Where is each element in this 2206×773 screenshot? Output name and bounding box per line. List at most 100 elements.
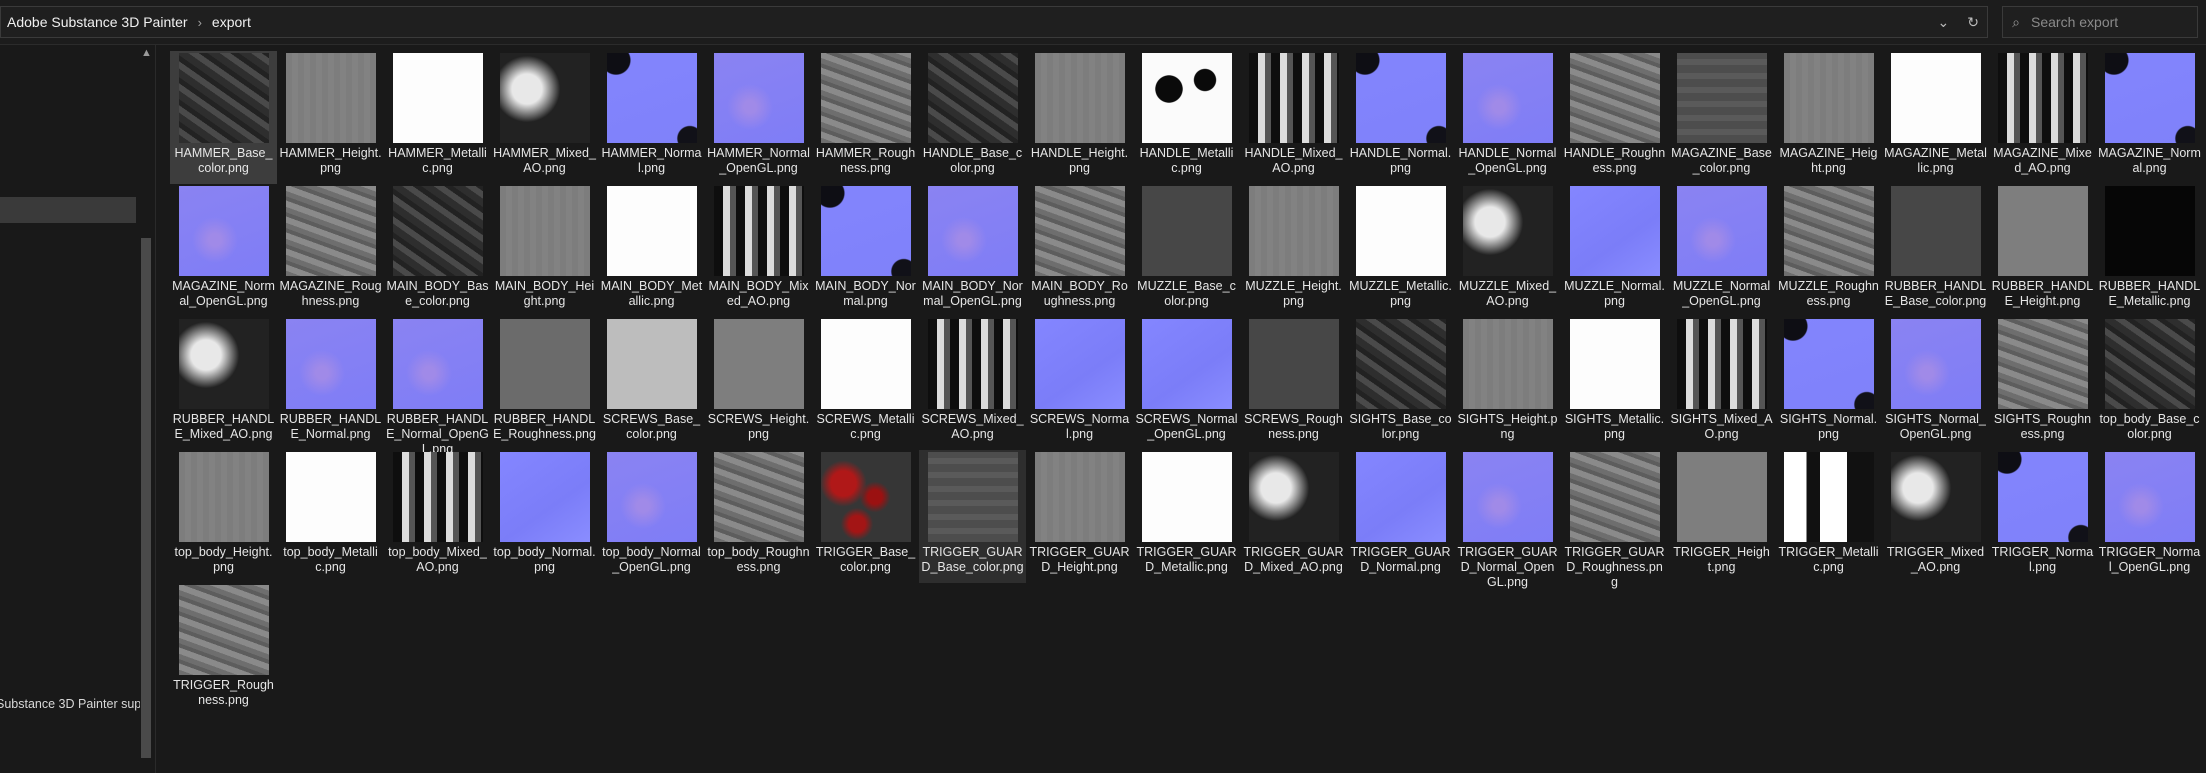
file-item[interactable]: MAIN_BODY_Height.png (491, 184, 598, 317)
file-item[interactable]: HAMMER_Mixed_AO.png (491, 51, 598, 184)
file-item[interactable]: SIGHTS_Base_color.png (1347, 317, 1454, 450)
file-item[interactable]: HAMMER_Height.png (277, 51, 384, 184)
file-item[interactable]: top_body_Roughness.png (705, 450, 812, 583)
navigation-pane[interactable]: Substance 3D Painter super fast beginner… (0, 45, 155, 773)
file-item[interactable]: MAGAZINE_Height.png (1775, 51, 1882, 184)
breadcrumb-root[interactable]: Adobe Substance 3D Painter (1, 14, 194, 30)
file-item[interactable]: TRIGGER_GUARD_Roughness.png (1561, 450, 1668, 589)
file-item[interactable]: SCREWS_Normal_OpenGL.png (1133, 317, 1240, 450)
file-item[interactable]: SCREWS_Base_color.png (598, 317, 705, 450)
file-item[interactable]: MUZZLE_Roughness.png (1775, 184, 1882, 317)
file-item[interactable]: RUBBER_HANDLE_Metallic.png (2096, 184, 2203, 317)
file-thumbnail (178, 585, 269, 675)
file-item[interactable]: SIGHTS_Normal.png (1775, 317, 1882, 450)
file-item[interactable]: MAGAZINE_Normal_OpenGL.png (170, 184, 277, 317)
file-item[interactable]: HAMMER_Roughness.png (812, 51, 919, 184)
file-thumbnail (1997, 452, 2088, 542)
file-item[interactable]: HANDLE_Normal_OpenGL.png (1454, 51, 1561, 184)
file-item[interactable]: TRIGGER_GUARD_Mixed_AO.png (1240, 450, 1347, 583)
file-item[interactable]: MAIN_BODY_Normal_OpenGL.png (919, 184, 1026, 317)
file-name: MUZZLE_Roughness.png (1778, 279, 1879, 308)
file-item[interactable]: TRIGGER_Roughness.png (170, 583, 277, 716)
file-item[interactable]: SIGHTS_Mixed_AO.png (1668, 317, 1775, 450)
file-item[interactable]: top_body_Mixed_AO.png (384, 450, 491, 583)
file-item[interactable]: TRIGGER_Base_color.png (812, 450, 919, 583)
address-bar[interactable]: Adobe Substance 3D Painter › export ⌄ ↻ (0, 6, 1988, 38)
file-item[interactable]: MAGAZINE_Metallic.png (1882, 51, 1989, 184)
file-item[interactable]: TRIGGER_GUARD_Metallic.png (1133, 450, 1240, 583)
file-item[interactable]: TRIGGER_Height.png (1668, 450, 1775, 583)
file-item[interactable]: MUZZLE_Normal_OpenGL.png (1668, 184, 1775, 317)
file-item[interactable]: top_body_Metallic.png (277, 450, 384, 583)
file-item[interactable]: MAIN_BODY_Normal.png (812, 184, 919, 317)
file-item[interactable]: HAMMER_Metallic.png (384, 51, 491, 184)
file-item[interactable]: MUZZLE_Mixed_AO.png (1454, 184, 1561, 317)
file-item[interactable]: top_body_Height.png (170, 450, 277, 583)
file-item[interactable]: HAMMER_Normal_OpenGL.png (705, 51, 812, 184)
file-item[interactable]: MUZZLE_Height.png (1240, 184, 1347, 317)
file-item[interactable]: MAIN_BODY_Mixed_AO.png (705, 184, 812, 317)
file-item[interactable]: TRIGGER_Metallic.png (1775, 450, 1882, 583)
file-item[interactable]: RUBBER_HANDLE_Roughness.png (491, 317, 598, 450)
file-item[interactable]: TRIGGER_Normal.png (1989, 450, 2096, 583)
file-item[interactable]: MUZZLE_Normal.png (1561, 184, 1668, 317)
file-item[interactable]: SCREWS_Metallic.png (812, 317, 919, 450)
scrollbar-thumb[interactable] (141, 238, 151, 758)
file-item[interactable]: MUZZLE_Base_color.png (1133, 184, 1240, 317)
file-item[interactable]: top_body_Normal.png (491, 450, 598, 583)
file-item[interactable]: MAGAZINE_Roughness.png (277, 184, 384, 317)
chevron-down-icon[interactable]: ⌄ (1938, 14, 1950, 31)
file-thumbnail (713, 186, 804, 276)
file-name: SIGHTS_Roughness.png (1993, 412, 2092, 441)
file-item[interactable]: RUBBER_HANDLE_Height.png (1989, 184, 2096, 317)
file-item[interactable]: RUBBER_HANDLE_Mixed_AO.png (170, 317, 277, 450)
file-item[interactable]: SCREWS_Roughness.png (1240, 317, 1347, 450)
file-item[interactable]: HANDLE_Height.png (1026, 51, 1133, 184)
pane-divider[interactable] (155, 45, 156, 773)
scroll-up-icon[interactable]: ▲ (139, 47, 154, 59)
file-item[interactable]: HANDLE_Roughness.png (1561, 51, 1668, 184)
file-item[interactable]: SCREWS_Height.png (705, 317, 812, 450)
file-item[interactable]: SIGHTS_Roughness.png (1989, 317, 2096, 450)
file-thumbnail (2104, 186, 2195, 276)
file-item[interactable]: HAMMER_Base_color.png (170, 51, 277, 184)
file-item[interactable]: SIGHTS_Metallic.png (1561, 317, 1668, 450)
file-item[interactable]: SCREWS_Mixed_AO.png (919, 317, 1026, 450)
search-box[interactable]: ⌕ (2002, 6, 2198, 38)
file-item[interactable]: RUBBER_HANDLE_Normal.png (277, 317, 384, 450)
file-item[interactable]: TRIGGER_GUARD_Normal_OpenGL.png (1454, 450, 1561, 589)
file-item[interactable]: HANDLE_Normal.png (1347, 51, 1454, 184)
file-item[interactable]: HANDLE_Metallic.png (1133, 51, 1240, 184)
file-item[interactable]: top_body_Normal_OpenGL.png (598, 450, 705, 583)
file-item[interactable]: MAGAZINE_Normal.png (2096, 51, 2203, 184)
file-name: MAGAZINE_Height.png (1779, 146, 1878, 175)
file-item[interactable]: MAIN_BODY_Roughness.png (1026, 184, 1133, 317)
file-item[interactable]: SIGHTS_Normal_OpenGL.png (1882, 317, 1989, 450)
nav-selected-item[interactable] (0, 197, 136, 223)
file-name: TRIGGER_Mixed_AO.png (1886, 545, 1985, 574)
file-item[interactable]: MAIN_BODY_Metallic.png (598, 184, 705, 317)
file-item[interactable]: MAGAZINE_Mixed_AO.png (1989, 51, 2096, 184)
file-item[interactable]: TRIGGER_GUARD_Height.png (1026, 450, 1133, 583)
file-item[interactable]: RUBBER_HANDLE_Normal_OpenGL.png (384, 317, 491, 456)
nav-item-tutorial[interactable]: Substance 3D Painter super fast beginner… (0, 697, 140, 711)
file-name: TRIGGER_Normal_OpenGL.png (2098, 545, 2201, 574)
nav-scrollbar[interactable]: ▲ (139, 45, 154, 773)
breadcrumb-current[interactable]: export (206, 14, 257, 30)
file-item[interactable]: MAGAZINE_Base_color.png (1668, 51, 1775, 184)
file-item[interactable]: top_body_Base_color.png (2096, 317, 2203, 450)
file-item[interactable]: RUBBER_HANDLE_Base_color.png (1882, 184, 1989, 317)
file-item[interactable]: HANDLE_Base_color.png (919, 51, 1026, 184)
refresh-icon[interactable]: ↻ (1967, 14, 1979, 31)
file-item[interactable]: HAMMER_Normal.png (598, 51, 705, 184)
file-item[interactable]: SCREWS_Normal.png (1026, 317, 1133, 450)
file-item[interactable]: MUZZLE_Metallic.png (1347, 184, 1454, 317)
file-item[interactable]: TRIGGER_GUARD_Normal.png (1347, 450, 1454, 583)
file-item[interactable]: TRIGGER_Normal_OpenGL.png (2096, 450, 2203, 583)
file-item[interactable]: TRIGGER_Mixed_AO.png (1882, 450, 1989, 583)
search-input[interactable] (2029, 13, 2193, 31)
file-item[interactable]: TRIGGER_GUARD_Base_color.png (919, 450, 1026, 583)
file-item[interactable]: SIGHTS_Height.png (1454, 317, 1561, 450)
file-item[interactable]: MAIN_BODY_Base_color.png (384, 184, 491, 317)
file-item[interactable]: HANDLE_Mixed_AO.png (1240, 51, 1347, 184)
